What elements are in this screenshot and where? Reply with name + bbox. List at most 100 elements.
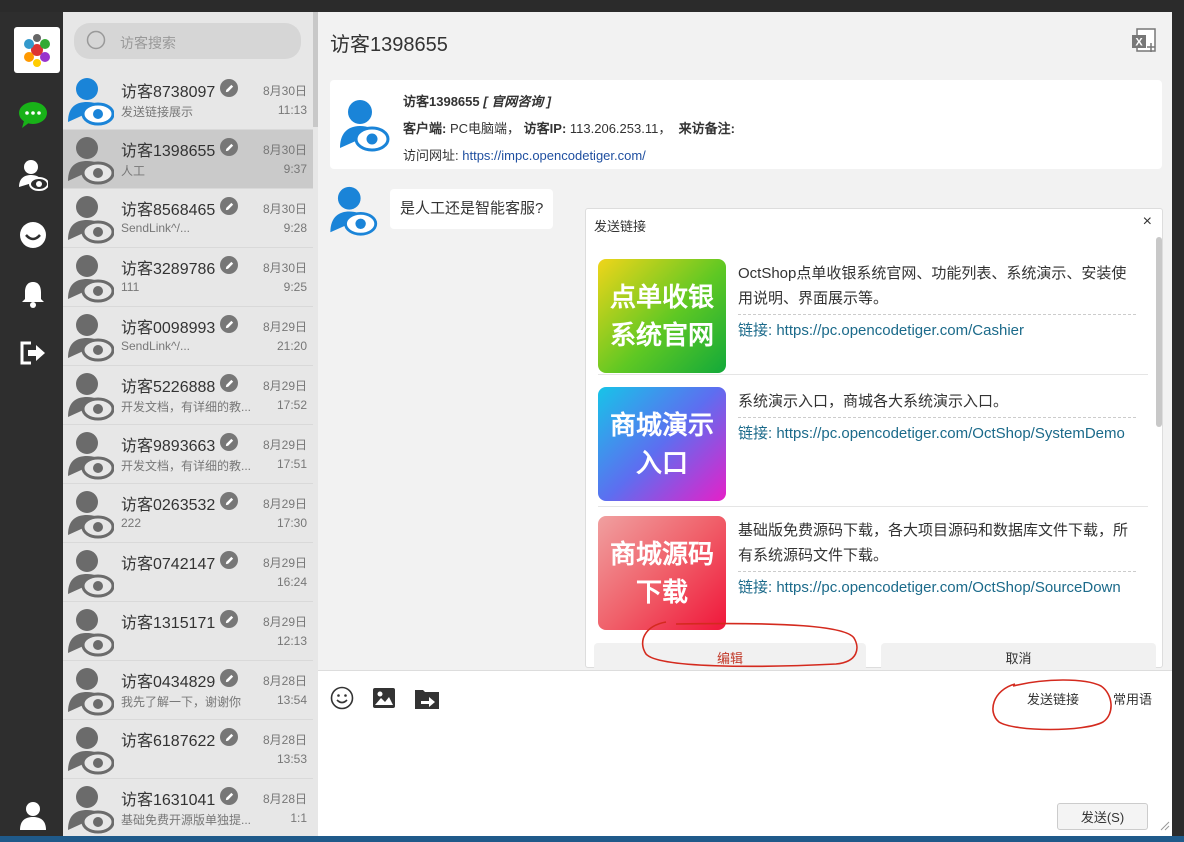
conversation-date: 8月29日 (262, 320, 307, 334)
conversation-preview: 发送链接展示 (121, 105, 194, 119)
conversation-item[interactable]: 访客8738097 8月30日 发送链接展示 11:13 (63, 71, 313, 130)
conversation-time: 16:24 (276, 575, 307, 589)
cancel-button[interactable]: 取消 (881, 643, 1156, 671)
window-bottom-bar (0, 836, 1184, 842)
conversation-name: 访客1315171 (121, 615, 216, 632)
conversation-item[interactable]: 访客1631041 8月28日 基础免费开源版单独提... 1:1 (63, 779, 313, 836)
message-avatar (330, 186, 378, 236)
conversation-time: 13:54 (276, 693, 307, 707)
link-desc: 系统演示入口，商城各大系统演示入口。 (738, 393, 1009, 410)
edit-pen-icon[interactable] (220, 138, 238, 156)
link-label: 链接: (738, 322, 773, 339)
file-transfer-icon[interactable] (414, 685, 440, 711)
edit-pen-icon[interactable] (220, 79, 238, 97)
conversation-date: 8月30日 (262, 202, 307, 216)
link-url[interactable]: 链接: https://pc.opencodetiger.com/OctShop… (738, 575, 1138, 600)
svg-text:X: X (1135, 37, 1143, 49)
close-icon[interactable]: × (1143, 213, 1152, 231)
visitor-avatar (68, 489, 115, 539)
link-thumb: 点单收银系统官网 (598, 259, 726, 373)
user-icon[interactable] (18, 800, 48, 830)
visitor-info-name: 访客1398655 [ 官网咨询 ] (403, 91, 551, 110)
logout-icon[interactable] (18, 338, 48, 368)
common-phrases-button[interactable]: 常用语 (1113, 689, 1152, 708)
edit-button[interactable]: 编辑 (594, 643, 866, 671)
conversation-item[interactable]: 访客5226888 8月29日 开发文档，有详细的教... 17:52 (63, 366, 313, 425)
conversation-date: 8月29日 (262, 497, 307, 511)
edit-pen-icon[interactable] (220, 433, 238, 451)
visitor-info-url: 访问网址: https://impc.opencodetiger.com/ (403, 145, 646, 164)
send-link-button[interactable]: 发送链接 (1027, 689, 1079, 708)
visitor-avatar (68, 194, 115, 244)
popup-title: 发送链接 (594, 219, 647, 234)
send-button[interactable]: 发送(S) (1057, 803, 1148, 830)
image-icon[interactable] (371, 685, 397, 711)
visitor-avatar (68, 548, 115, 598)
bell-icon[interactable] (18, 279, 48, 309)
conversation-time: 1:1 (290, 811, 307, 825)
link-url[interactable]: 链接: https://pc.opencodetiger.com/OctShop… (738, 421, 1138, 446)
link-url-text[interactable]: https://pc.opencodetiger.com/OctShop/Sys… (776, 425, 1125, 442)
chat-icon[interactable] (18, 100, 48, 130)
link-item[interactable]: 商城源码下载 基础版免费源码下载，各大项目源码和数据库文件下载，所有系统源码文件… (598, 508, 1148, 632)
conversation-item[interactable]: 访客9893663 8月29日 开发文档，有详细的教... 17:51 (63, 425, 313, 484)
conversation-item[interactable]: 访客1315171 8月29日 12:13 (63, 602, 313, 661)
conversation-item[interactable]: 访客8568465 8月30日 SendLink^/... 9:28 (63, 189, 313, 248)
link-thumb: 商城演示入口 (598, 387, 726, 501)
conversation-item[interactable]: 访客0098993 8月29日 SendLink^/... 21:20 (63, 307, 313, 366)
conversation-item[interactable]: 访客0434829 8月28日 我先了解一下，谢谢你 13:54 (63, 661, 313, 720)
edit-pen-icon[interactable] (220, 197, 238, 215)
edit-pen-icon[interactable] (220, 256, 238, 274)
link-url[interactable]: 链接: https://pc.opencodetiger.com/Cashier (738, 318, 1138, 343)
visitor-avatar (68, 135, 115, 185)
link-divider (738, 571, 1136, 572)
link-url-text[interactable]: https://pc.opencodetiger.com/Cashier (776, 322, 1024, 339)
edit-pen-icon[interactable] (220, 492, 238, 510)
emoji-icon[interactable] (329, 685, 355, 711)
link-label: 链接: (738, 579, 773, 596)
conversation-time: 17:52 (276, 398, 307, 412)
edit-pen-icon[interactable] (220, 551, 238, 569)
edit-pen-icon[interactable] (220, 315, 238, 333)
conversation-date: 8月28日 (262, 792, 307, 806)
input-area[interactable]: 发送链接 常用语 发送(S) (318, 670, 1172, 836)
conversation-time: 9:37 (283, 162, 307, 176)
conversation-preview: SendLink^/... (121, 221, 191, 235)
popup-scrollbar[interactable] (1156, 237, 1162, 427)
link-item[interactable]: 点单收银系统官网 OctShop点单收银系统官网、功能列表、系统演示、安装使用说… (598, 251, 1148, 375)
conversation-item[interactable]: 访客3289786 8月30日 111 9:25 (63, 248, 313, 307)
smile-icon[interactable] (18, 220, 48, 250)
conversation-item[interactable]: 访客6187622 8月28日 13:53 (63, 720, 313, 779)
search-placeholder: 访客搜索 (120, 35, 176, 51)
conversation-item[interactable]: 访客1398655 8月30日 人工 9:37 (63, 130, 313, 189)
edit-pen-icon[interactable] (220, 669, 238, 687)
url-link[interactable]: https://impc.opencodetiger.com/ (462, 148, 646, 163)
send-link-popup: 发送链接 × 点单收银系统官网 OctShop点单收银系统官网、功能列表、系统演… (585, 208, 1163, 671)
edit-pen-icon[interactable] (220, 374, 238, 392)
visitor-info-client: 客户端: PC电脑端， 访客IP: 113.206.253.11， 来访备注: (403, 118, 735, 137)
conversation-preview: 人工 (121, 164, 146, 178)
conversation-preview: 开发文档，有详细的教... (121, 459, 251, 473)
conversation-item[interactable]: 访客0263532 8月29日 222 17:30 (63, 484, 313, 543)
visitor-name: 访客1398655 (403, 94, 480, 109)
conversation-date: 8月30日 (262, 84, 307, 98)
edit-pen-icon[interactable] (220, 787, 238, 805)
excel-export-icon[interactable]: X (1131, 28, 1157, 54)
visitor-avatar (68, 371, 115, 421)
conversation-date: 8月28日 (262, 733, 307, 747)
conversation-item[interactable]: 访客0742147 8月29日 16:24 (63, 543, 313, 602)
resize-handle-icon[interactable] (1158, 819, 1170, 831)
conversation-preview: SendLink^/... (121, 339, 191, 353)
search-box[interactable]: 访客搜索 (74, 23, 301, 59)
link-item[interactable]: 商城演示入口 系统演示入口，商城各大系统演示入口。 链接: https://pc… (598, 379, 1148, 507)
left-rail (0, 12, 63, 836)
conversation-date: 8月29日 (262, 556, 307, 570)
link-url-text[interactable]: https://pc.opencodetiger.com/OctShop/Sou… (776, 579, 1120, 596)
visitor-icon[interactable] (18, 160, 48, 191)
message-bubble: 是人工还是智能客服? (390, 189, 554, 229)
conversation-name: 访客8738097 (121, 84, 216, 101)
edit-pen-icon[interactable] (220, 728, 238, 746)
edit-pen-icon[interactable] (220, 610, 238, 628)
conversation-name: 访客8568465 (121, 202, 216, 219)
conversation-preview: 111 (121, 280, 140, 294)
